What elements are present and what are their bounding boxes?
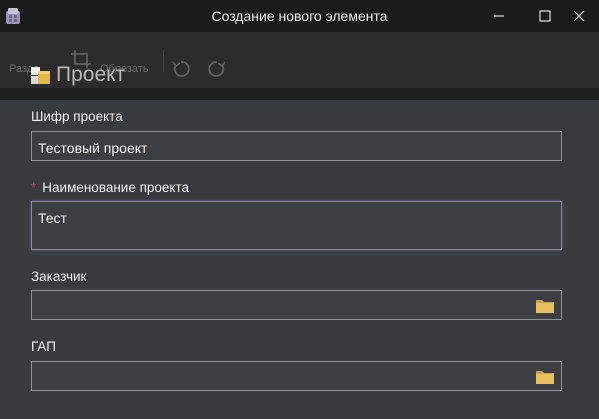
customer-input[interactable] <box>31 290 562 320</box>
gap-input[interactable] <box>31 361 562 391</box>
project-icon <box>31 67 50 84</box>
gap-label: ГАП <box>31 339 56 354</box>
minimize-icon <box>494 15 504 17</box>
project-name-input[interactable]: Тест <box>31 201 562 250</box>
project-code-input[interactable]: Тестовый проект <box>31 131 562 161</box>
page-title: Проект <box>56 63 126 86</box>
folder-icon[interactable] <box>536 369 554 384</box>
title-bar: Создание нового элемента <box>0 0 599 32</box>
close-button[interactable] <box>559 0 599 32</box>
toolbar-separator <box>163 50 164 72</box>
redo-icon <box>208 61 226 77</box>
undo-icon <box>172 61 190 77</box>
code-label: Шифр проекта <box>31 109 123 124</box>
folder-icon[interactable] <box>536 298 554 313</box>
name-label-row: * Наименование проекта <box>31 180 189 195</box>
maximize-icon <box>539 10 551 22</box>
customer-label: Заказчик <box>31 269 87 284</box>
name-label: Наименование проекта <box>42 180 190 195</box>
minimize-button[interactable] <box>479 0 519 32</box>
close-icon <box>573 10 585 22</box>
required-mark: * <box>31 180 37 195</box>
header-strip <box>0 88 599 100</box>
